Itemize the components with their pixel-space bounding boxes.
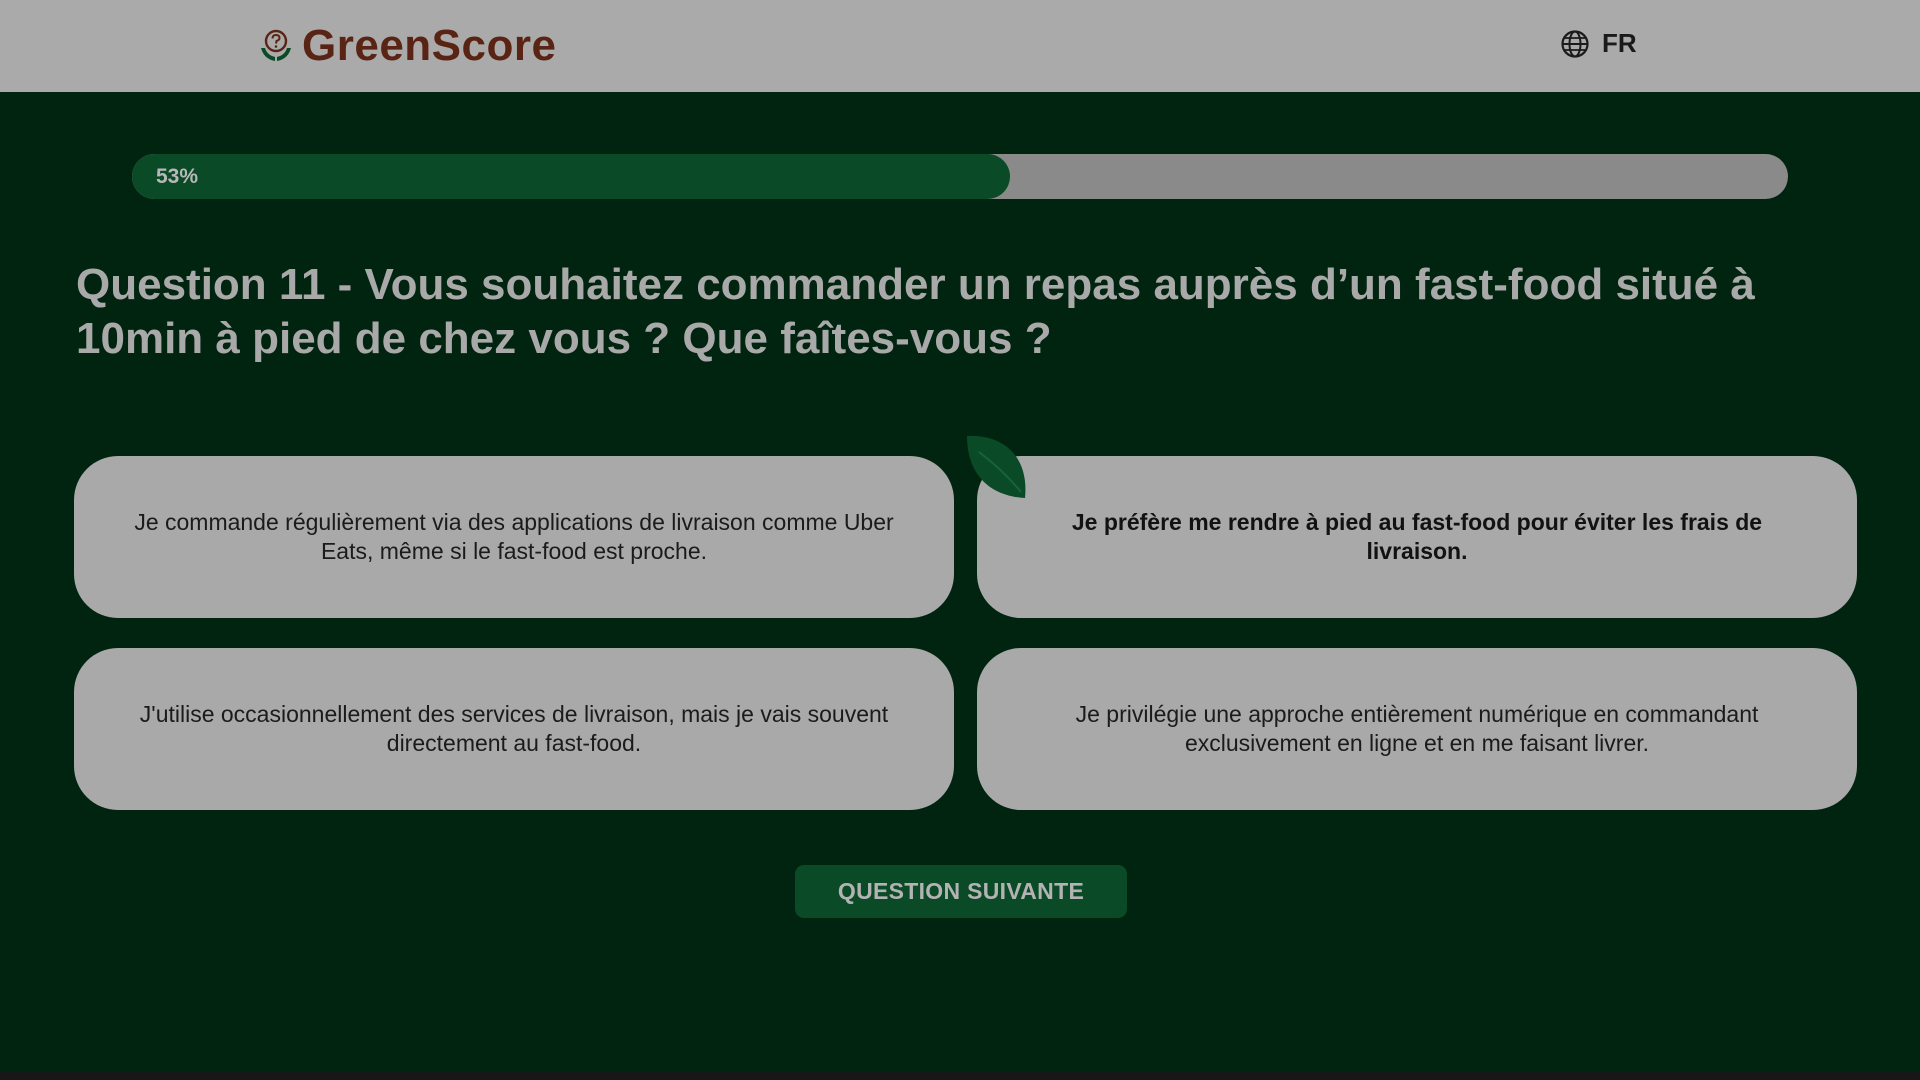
answer-option-1[interactable]: Je commande régulièrement via des applic… (74, 456, 954, 618)
progress-fill (132, 154, 1010, 199)
answer-option-text: Je commande régulièrement via des applic… (134, 509, 894, 564)
brand-logo[interactable]: GreenScore (256, 18, 556, 74)
question-title: Question 11 - Vous souhaitez commander u… (76, 260, 1755, 363)
progress-bar: 53% (132, 154, 1788, 199)
top-header: GreenScore FR (0, 0, 1920, 92)
answer-option-3[interactable]: J'utilise occasionnellement des services… (74, 648, 954, 810)
progress-label: 53% (156, 165, 199, 188)
answer-option-text: Je privilégie une approche entièrement n… (1075, 701, 1759, 756)
answer-option-text: Je préfère me rendre à pied au fast-food… (1071, 509, 1763, 564)
answer-option-4[interactable]: Je privilégie une approche entièrement n… (977, 648, 1857, 810)
leaf-icon (967, 435, 1026, 498)
globe-icon (1561, 29, 1589, 58)
language-label: FR (1602, 28, 1637, 58)
language-selector[interactable]: FR (1560, 28, 1637, 59)
answer-option-text: J'utilise occasionnellement des services… (139, 701, 889, 756)
next-question-button[interactable]: QUESTION SUIVANTE (795, 865, 1127, 918)
plant-in-hands-icon (261, 29, 291, 61)
brand-name: GreenScore (302, 21, 557, 70)
answer-option-2[interactable]: Je préfère me rendre à pied au fast-food… (977, 456, 1857, 618)
bottom-divider (0, 1071, 1920, 1080)
